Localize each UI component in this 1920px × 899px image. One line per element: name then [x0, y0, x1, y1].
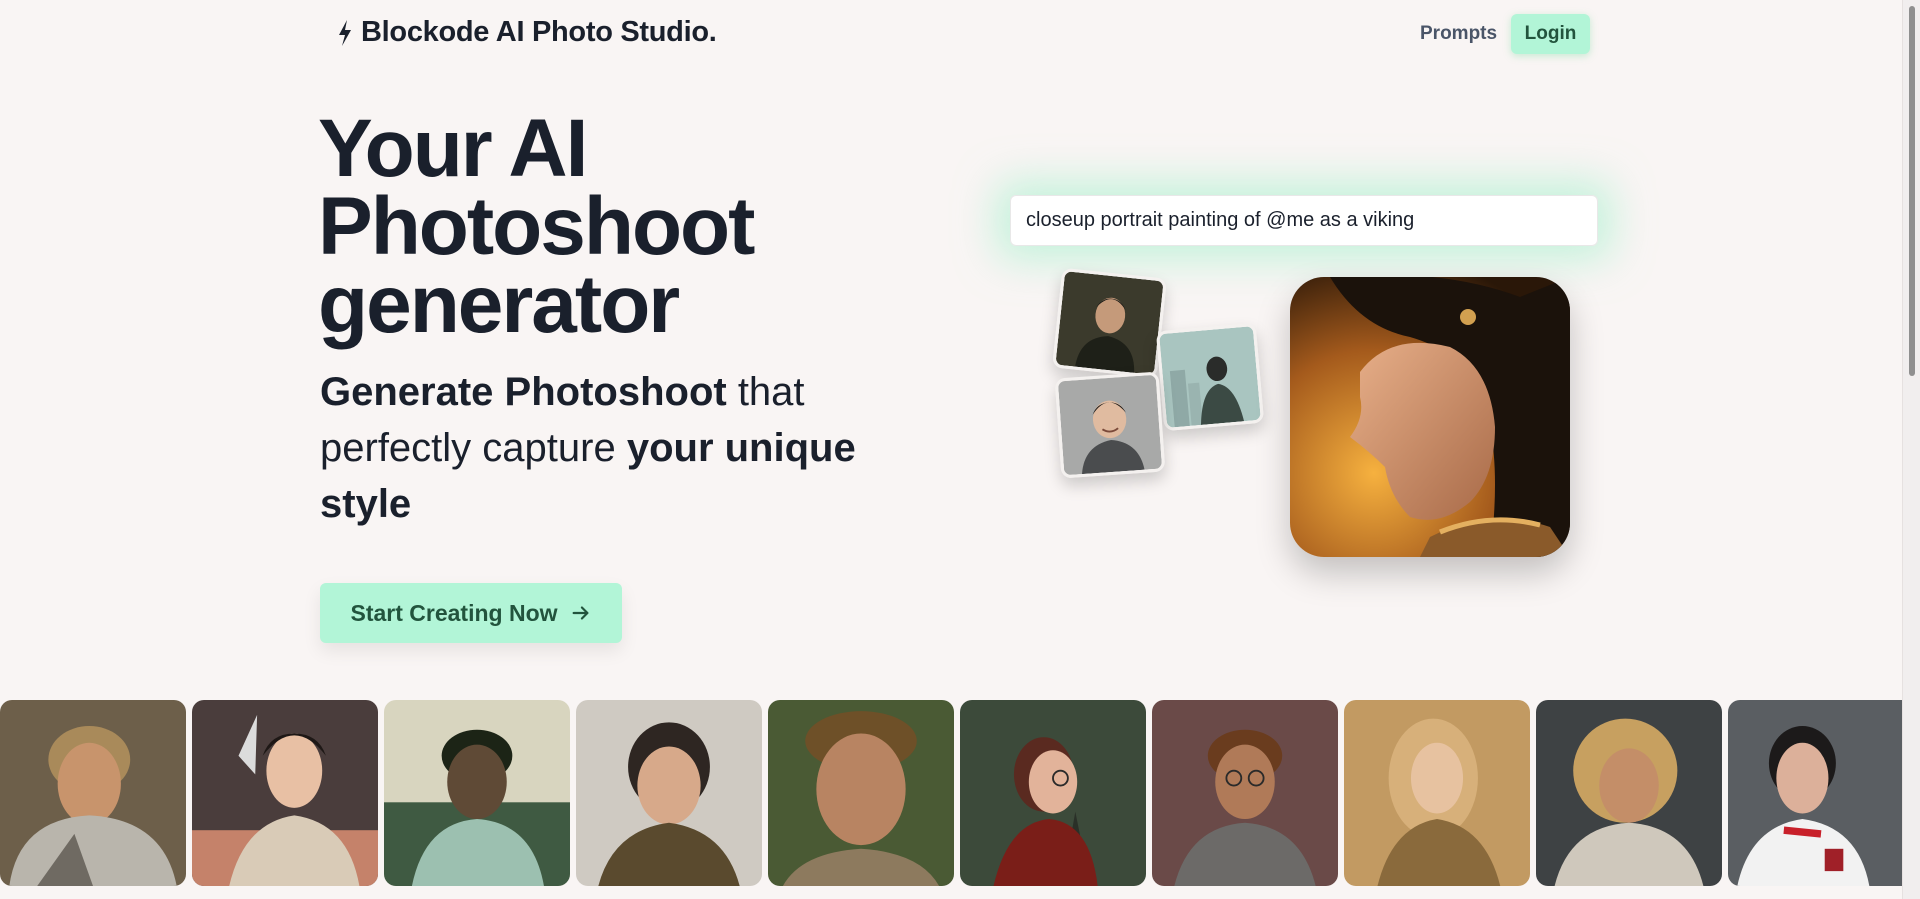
gallery-image-elf-woman-gold[interactable] — [1344, 700, 1530, 886]
page-scrollbar[interactable] — [1902, 0, 1920, 899]
hero-title-line-3: generator — [318, 259, 680, 350]
source-photo-2 — [1155, 322, 1265, 432]
hero-subtitle-bold-1: Generate Photoshoot — [320, 370, 727, 414]
hero-subtitle: Generate Photoshoot that perfectly captu… — [320, 364, 880, 532]
source-photo-3 — [1054, 371, 1166, 479]
gallery-image-woman-soccer-jersey[interactable] — [1728, 700, 1914, 886]
gallery-image-curly-hair-man[interactable] — [768, 700, 954, 886]
gallery-strip — [0, 700, 1920, 888]
generated-portrait — [1290, 277, 1570, 557]
site-header: Blockode AI Photo Studio. Prompts Login — [0, 0, 1920, 68]
nav-prompts-link[interactable]: Prompts — [1420, 23, 1497, 45]
gallery-image-viking-blond-armor[interactable] — [0, 700, 186, 886]
login-button[interactable]: Login — [1511, 14, 1590, 54]
hero-title: Your AI Photoshoot generator — [318, 108, 878, 346]
gallery-image-woman-silver-armor[interactable] — [192, 700, 378, 886]
gallery-image-green-armor-man[interactable] — [384, 700, 570, 886]
gallery-image-woman-olive-jacket[interactable] — [576, 700, 762, 886]
gallery-image-curly-blond-man[interactable] — [1536, 700, 1722, 886]
gallery-image-man-glasses-sweater[interactable] — [1152, 700, 1338, 886]
brand-name: Blockode AI Photo Studio. — [361, 16, 717, 48]
prompt-input[interactable] — [1010, 195, 1598, 246]
scrollbar-thumb[interactable] — [1909, 6, 1915, 376]
arrow-right-icon — [572, 606, 589, 620]
start-creating-button[interactable]: Start Creating Now — [320, 583, 622, 643]
lightning-bolt-icon — [339, 19, 351, 46]
gallery-image-woman-glasses-forest[interactable] — [960, 700, 1146, 886]
cta-label: Start Creating Now — [350, 599, 558, 626]
brand-logo[interactable]: Blockode AI Photo Studio. — [335, 16, 717, 49]
source-photo-1 — [1052, 267, 1167, 379]
